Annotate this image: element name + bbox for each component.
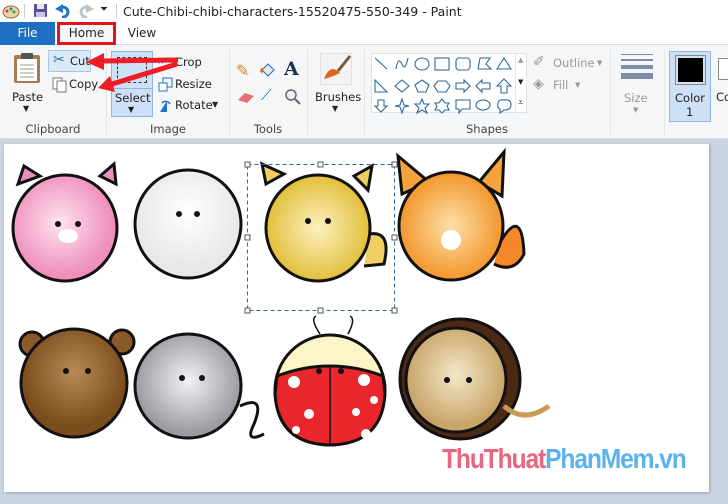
annotation-arrows [86,53,179,92]
drawing-canvas[interactable] [4,144,709,492]
watermark: ThuThuatPhanMem.vn [442,443,687,475]
watermark-part2: PhanMem.vn [545,443,687,474]
chibi-animals-image [11,147,551,447]
watermark-part1: ThuThuat [442,443,546,474]
